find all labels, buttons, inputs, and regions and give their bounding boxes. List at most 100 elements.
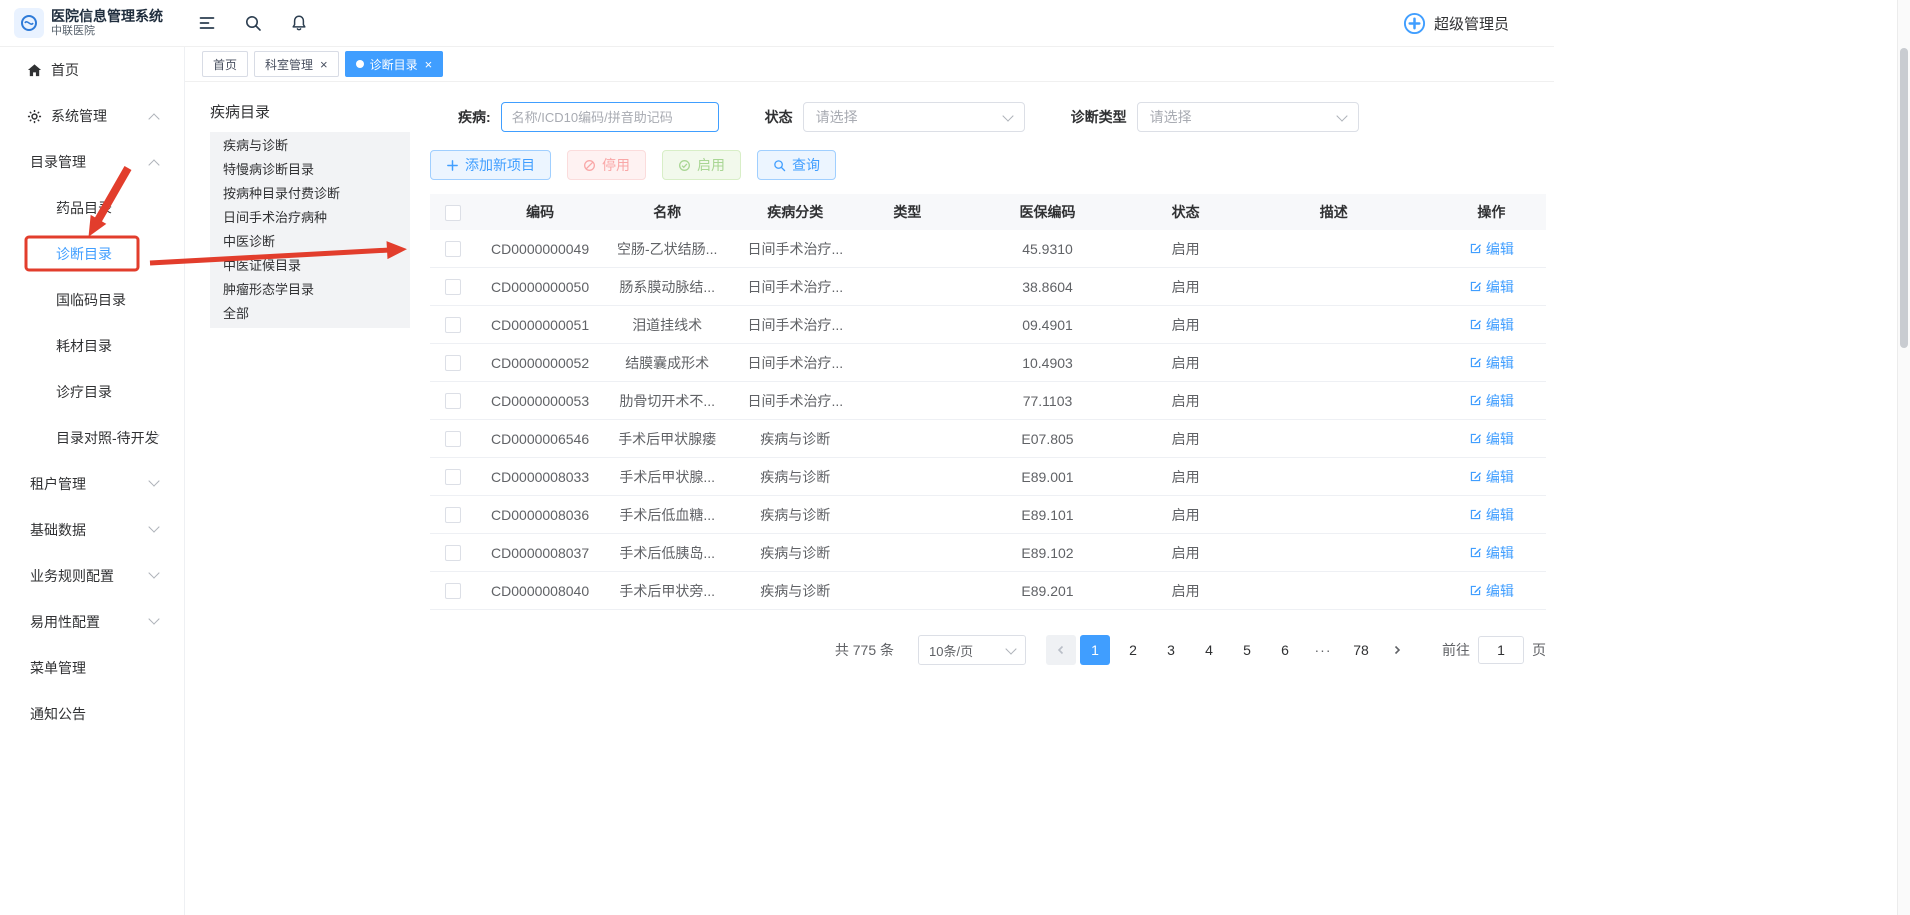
edit-button[interactable]: 编辑 — [1469, 353, 1514, 373]
cell-name: 空肠-乙状结肠... — [604, 230, 730, 268]
sidebar-item[interactable]: 基础数据 — [0, 507, 184, 553]
goto-page-input[interactable] — [1478, 636, 1524, 664]
row-checkbox[interactable] — [445, 355, 461, 371]
sidebar-item[interactable]: 业务规则配置 — [0, 553, 184, 599]
gear-icon — [26, 108, 42, 124]
table-row: CD0000000051 泪道挂线术 日间手术治疗... 09.4901 启用 … — [430, 306, 1546, 344]
catalog-item[interactable]: 全部 — [210, 302, 410, 326]
row-checkbox[interactable] — [445, 393, 461, 409]
search-icon[interactable] — [243, 13, 263, 33]
status-select[interactable]: 请选择 — [803, 102, 1025, 132]
add-item-button[interactable]: 添加新项目 — [430, 150, 551, 180]
cell-status: 启用 — [1141, 268, 1231, 306]
sidebar-item[interactable]: 目录对照-待开发 — [0, 415, 184, 461]
previous-page-button[interactable] — [1046, 635, 1076, 665]
sidebar-item-label: 耗材目录 — [56, 336, 112, 356]
edit-button[interactable]: 编辑 — [1469, 581, 1514, 601]
edit-button[interactable]: 编辑 — [1469, 429, 1514, 449]
sidebar-item[interactable]: 诊断目录 — [0, 231, 184, 277]
cell-select — [430, 268, 476, 306]
disease-search-input[interactable] — [501, 102, 719, 132]
user-menu[interactable]: 超级管理员 — [1403, 12, 1554, 35]
catalog-item[interactable]: 按病种目录付费诊断 — [210, 182, 410, 206]
tab[interactable]: 诊断目录 × — [345, 51, 444, 77]
notification-bell-icon[interactable] — [289, 13, 309, 33]
row-checkbox[interactable] — [445, 431, 461, 447]
edit-button[interactable]: 编辑 — [1469, 315, 1514, 335]
catalog-item[interactable]: 中医诊断 — [210, 230, 410, 254]
enable-button[interactable]: 启用 — [662, 150, 741, 180]
catalog-item[interactable]: 肿瘤形态学目录 — [210, 278, 410, 302]
page-size-select[interactable]: 10条/页 — [918, 635, 1026, 665]
filter-row: 疾病: 状态 请选择 诊断类型 请选择 — [430, 101, 1546, 133]
page-number[interactable]: 78 — [1346, 635, 1376, 665]
catalog-item[interactable]: 中医证候目录 — [210, 254, 410, 278]
cell-name: 手术后甲状旁... — [604, 572, 730, 610]
cell-select — [430, 344, 476, 382]
cell-insurance-code: E89.101 — [954, 496, 1140, 534]
sidebar-item[interactable]: 诊疗目录 — [0, 369, 184, 415]
page-number[interactable]: 6 — [1270, 635, 1300, 665]
page-number[interactable]: 3 — [1156, 635, 1186, 665]
edit-icon — [1469, 318, 1482, 331]
row-checkbox[interactable] — [445, 279, 461, 295]
cell-select — [430, 496, 476, 534]
row-checkbox[interactable] — [445, 507, 461, 523]
cell-insurance-code: E89.102 — [954, 534, 1140, 572]
home-icon — [26, 62, 42, 78]
sidebar-item-label: 国临码目录 — [56, 290, 126, 310]
sidebar-item[interactable]: 菜单管理 — [0, 645, 184, 691]
row-checkbox[interactable] — [445, 241, 461, 257]
browser-scrollbar[interactable] — [1897, 0, 1910, 915]
sidebar-item[interactable]: 系统管理 — [0, 93, 184, 139]
tab-close-icon[interactable]: × — [425, 58, 433, 71]
cell-type — [860, 230, 954, 268]
page-number[interactable]: 1 — [1080, 635, 1110, 665]
tab-label: 首页 — [213, 56, 237, 73]
edit-button[interactable]: 编辑 — [1469, 505, 1514, 525]
sidebar-item[interactable]: 药品目录 — [0, 185, 184, 231]
sidebar-item[interactable]: 目录管理 — [0, 139, 184, 185]
edit-button[interactable]: 编辑 — [1469, 467, 1514, 487]
row-checkbox[interactable] — [445, 583, 461, 599]
row-checkbox[interactable] — [445, 545, 461, 561]
catalog-item[interactable]: 特慢病诊断目录 — [210, 158, 410, 182]
edit-button[interactable]: 编辑 — [1469, 543, 1514, 563]
next-page-button[interactable] — [1382, 635, 1412, 665]
sidebar-item[interactable]: 首页 — [0, 47, 184, 93]
collapse-menu-icon[interactable] — [197, 13, 217, 33]
catalog-item[interactable]: 日间手术治疗病种 — [210, 206, 410, 230]
cell-insurance-code: 77.1103 — [954, 382, 1140, 420]
cell-category: 疾病与诊断 — [730, 496, 860, 534]
content: 疾病目录 疾病与诊断特慢病诊断目录按病种目录付费诊断日间手术治疗病种中医诊断中医… — [185, 82, 1554, 665]
goto-page: 前往 页 — [1442, 636, 1546, 664]
tab[interactable]: 首页 — [202, 51, 248, 77]
catalog-item[interactable]: 疾病与诊断 — [210, 134, 410, 158]
pagination-more[interactable]: ··· — [1308, 635, 1338, 665]
sidebar-item[interactable]: 易用性配置 — [0, 599, 184, 645]
cell-description — [1231, 306, 1437, 344]
table-row: CD0000008040 手术后甲状旁... 疾病与诊断 E89.201 启用 … — [430, 572, 1546, 610]
page-number[interactable]: 2 — [1118, 635, 1148, 665]
diagnosis-table: 编码名称疾病分类类型医保编码状态描述操作 CD0000000049 空肠-乙状结… — [430, 194, 1546, 610]
scrollbar-thumb[interactable] — [1900, 48, 1908, 348]
sidebar-item[interactable]: 耗材目录 — [0, 323, 184, 369]
select-all-checkbox[interactable] — [445, 205, 461, 221]
sidebar-item[interactable]: 国临码目录 — [0, 277, 184, 323]
edit-button[interactable]: 编辑 — [1469, 391, 1514, 411]
sidebar-item[interactable]: 租户管理 — [0, 461, 184, 507]
edit-label: 编辑 — [1486, 467, 1514, 487]
tab-close-icon[interactable]: × — [320, 58, 328, 71]
query-button[interactable]: 查询 — [757, 150, 836, 180]
edit-button[interactable]: 编辑 — [1469, 239, 1514, 259]
tab[interactable]: 科室管理 × — [254, 51, 339, 77]
edit-button[interactable]: 编辑 — [1469, 277, 1514, 297]
diagnosis-type-select[interactable]: 请选择 — [1137, 102, 1359, 132]
page-number[interactable]: 5 — [1232, 635, 1262, 665]
row-checkbox[interactable] — [445, 317, 461, 333]
page-numbers: 123456 ··· 78 — [1076, 635, 1380, 665]
row-checkbox[interactable] — [445, 469, 461, 485]
sidebar-item[interactable]: 通知公告 — [0, 691, 184, 737]
page-number[interactable]: 4 — [1194, 635, 1224, 665]
disable-button[interactable]: 停用 — [567, 150, 646, 180]
